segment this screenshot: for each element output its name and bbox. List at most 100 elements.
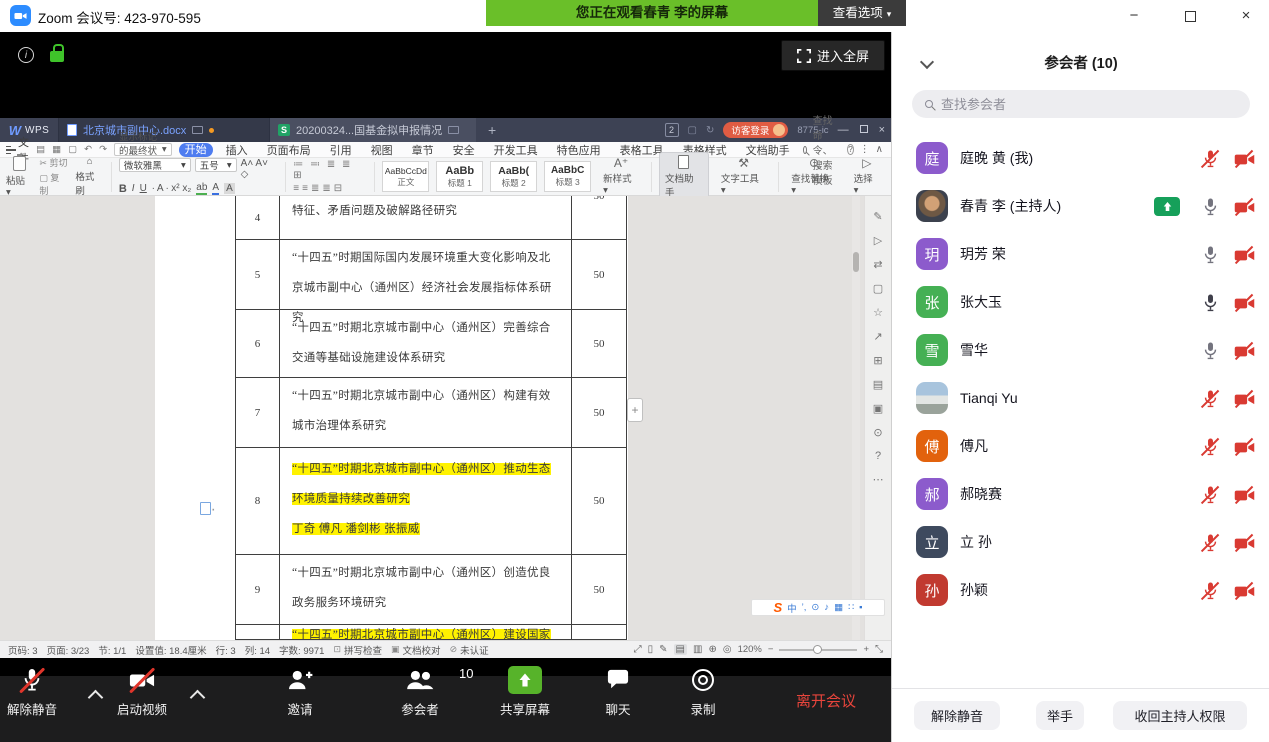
voice-input-icon[interactable]: ♪ [824, 602, 829, 613]
undo-icon[interactable]: ↶ [84, 144, 92, 155]
style-normal[interactable]: AaBbCcDd 正文 [382, 161, 429, 192]
cut-button[interactable]: ✂ 剪切 [39, 156, 68, 169]
copy-button[interactable]: ▢ 复制 [39, 171, 68, 197]
tab-count-badge[interactable]: 2 [665, 123, 679, 137]
zoom-in-button[interactable]: + [863, 644, 869, 655]
ribbon-tab-section[interactable]: 章节 [406, 142, 440, 158]
soft-keyboard-icon[interactable]: ▦ [834, 602, 843, 613]
style-heading2[interactable]: AaBb( 标题 2 [490, 161, 537, 192]
ribbon-tab-developer[interactable]: 开发工具 [488, 142, 544, 158]
comment-marker-icon[interactable] [200, 502, 211, 515]
preview-icon[interactable]: ▢ [68, 144, 77, 155]
new-tab-button[interactable]: + [488, 122, 496, 138]
new-style-button[interactable]: A⁺ 新样式 ▾ [598, 155, 644, 198]
favorite-star-icon[interactable]: ☆ [873, 306, 883, 319]
table-row[interactable]: 6 “十四五”时期北京城市副中心（通州区）完善综合交通等基础设施建设体系研究 5… [236, 310, 626, 378]
table-row[interactable]: 8 “十四五”时期北京城市副中心（通州区）推动生态环境质量持续改善研究 丁奇 傅… [236, 448, 626, 555]
document-tab-active[interactable]: 北京城市副中心.docx [58, 118, 270, 142]
font-grow-shrink-group[interactable]: A˄ A˅ ◇ [241, 158, 279, 180]
sync-icon[interactable]: ↻ [706, 125, 714, 136]
doc-assistant-button[interactable]: 文档助手 [659, 152, 709, 202]
skin-icon[interactable]: ▪ [859, 602, 862, 613]
participant-row[interactable]: Tianqi Yu [892, 374, 1269, 422]
participant-row[interactable]: 孙 孙颖 [892, 566, 1269, 614]
history-clock-icon[interactable]: ⊙ [873, 426, 882, 439]
toolbox-icon[interactable]: ∷ [848, 602, 854, 613]
ribbon-tab-view[interactable]: 视图 [365, 142, 399, 158]
participant-row[interactable]: 春青 李 (主持人) [892, 182, 1269, 230]
reclaim-host-button[interactable]: 收回主持人权限 [1113, 701, 1247, 730]
fullpage-view-icon[interactable]: ⤢ [634, 644, 642, 655]
font-size-select[interactable]: 五号▾ [195, 158, 237, 172]
search-input[interactable] [941, 97, 1221, 112]
style-heading3[interactable]: AaBbC 标题 3 [544, 161, 591, 192]
minimize-button[interactable]: − [1114, 0, 1154, 32]
table-insert-handle[interactable]: + [627, 398, 643, 422]
share-icon[interactable]: ↗ [873, 330, 882, 343]
view-options-button[interactable]: 查看选项▾ [818, 0, 906, 26]
share-screen-button[interactable]: 共享屏幕 [485, 666, 565, 718]
unmute-all-button[interactable]: 解除静音 [914, 701, 1000, 730]
zoom-slider-knob[interactable] [813, 645, 822, 654]
select-button[interactable]: ▷ 选择 ▾ [849, 155, 885, 198]
enter-fullscreen-button[interactable]: 进入全屏 [781, 40, 885, 71]
org-chart-icon[interactable]: ⊞ [873, 354, 882, 367]
chinese-mode-icon[interactable]: 中 [787, 601, 797, 615]
participant-row[interactable]: 张 张大玉 [892, 278, 1269, 326]
zoom-level[interactable]: 120% [738, 644, 762, 655]
eye-protect-icon[interactable]: ◎ [723, 644, 732, 655]
style-heading1[interactable]: AaBb 标题 1 [436, 161, 483, 192]
participants-button[interactable]: 10 参会者 [380, 666, 460, 718]
table-row[interactable]: 4 特征、矛盾问题及破解路径研究 50 [236, 196, 626, 240]
outline-view-icon[interactable]: ▥ [693, 644, 702, 655]
ribbon-tab-insert[interactable]: 插入 [220, 142, 254, 158]
vertical-scrollbar[interactable] [852, 196, 860, 640]
leave-meeting-button[interactable]: 离开会议 [796, 690, 856, 711]
participant-row[interactable]: 郝 郝晓赛 [892, 470, 1269, 518]
spellcheck-button[interactable]: 拼写检查 [344, 643, 382, 657]
participant-search-box[interactable] [912, 90, 1250, 118]
collapse-ribbon-icon[interactable]: ∧ [876, 144, 883, 155]
unmute-button[interactable]: 解除静音 [0, 666, 72, 718]
maximize-button[interactable] [1170, 0, 1210, 32]
meeting-info-icon[interactable]: i [18, 47, 34, 63]
text-tool-button[interactable]: ⚒ 文字工具 ▾ [716, 155, 771, 198]
table-row[interactable]: “十四五”时期北京城市副中心（通州区）建设国家新型城镇化 [236, 625, 626, 640]
print-icon[interactable]: ▦ [52, 144, 61, 155]
emoji-icon[interactable]: ⊙ [811, 602, 819, 613]
ribbon-tab-layout[interactable]: 页面布局 [261, 142, 317, 158]
document-page[interactable]: 4 特征、矛盾问题及破解路径研究 50 5 “十四五”时期国际国内发展环境重大变… [155, 196, 628, 640]
paste-button[interactable]: 粘贴 ▾ [6, 156, 32, 198]
layout-switch-icon[interactable]: ▢ [688, 125, 697, 136]
participant-row[interactable]: 玥 玥芳 荣 [892, 230, 1269, 278]
table-row[interactable]: 7 “十四五”时期北京城市副中心（通州区）构建有效城市治理体系研究 50 [236, 378, 626, 448]
punctuation-icon[interactable]: ’, [802, 602, 807, 613]
invite-button[interactable]: 邀请 [260, 666, 340, 718]
table-row[interactable]: 5 “十四五”时期国际国内发展环境重大变化影响及北京城市副中心（通州区）经济社会… [236, 240, 626, 310]
participant-row[interactable]: 立 立 孙 [892, 518, 1269, 566]
image-icon[interactable]: ▣ [873, 402, 883, 415]
pen-icon[interactable]: ✎ [873, 210, 882, 223]
hamburger-menu-icon[interactable] [6, 146, 11, 154]
font-format-group[interactable]: B I U ∙ A ∙ x² x₂ ab A A [119, 182, 278, 195]
start-video-button[interactable]: 启动视频 [102, 666, 182, 718]
participant-row[interactable]: 傅 傅凡 [892, 422, 1269, 470]
close-button[interactable]: × [1226, 0, 1266, 32]
find-replace-button[interactable]: 查找替换 ▾ [786, 155, 841, 198]
paragraph-group[interactable]: ≔ ≕ ≣ ≣ ⊞ ≡≡≣≣⊟ [293, 159, 367, 194]
ribbon-tab-security[interactable]: 安全 [447, 142, 481, 158]
track-changes-dropdown[interactable]: 显示标记的最终状态▾ [114, 143, 172, 156]
spreadsheet-tab[interactable]: S 20200324...国基金拟申报情况 [270, 118, 476, 142]
participant-row[interactable]: 雪 雪华 [892, 326, 1269, 374]
help-icon[interactable]: ? [847, 144, 853, 155]
proofread-button[interactable]: 文档校对 [403, 643, 441, 657]
select-cursor-icon[interactable]: ▷ [874, 234, 882, 247]
participant-row[interactable]: 庭 庭晚 黄 (我) [892, 134, 1269, 182]
zoom-slider[interactable] [779, 649, 857, 651]
chat-button[interactable]: 聊天 [578, 666, 658, 718]
more-dots-icon[interactable]: ⋯ [873, 473, 884, 486]
help-icon[interactable]: ? [875, 450, 881, 462]
ribbon-tab-home[interactable]: 开始 [179, 143, 213, 157]
search-icon[interactable] [803, 146, 807, 154]
edit-mode-icon[interactable]: ✎ [659, 644, 667, 655]
